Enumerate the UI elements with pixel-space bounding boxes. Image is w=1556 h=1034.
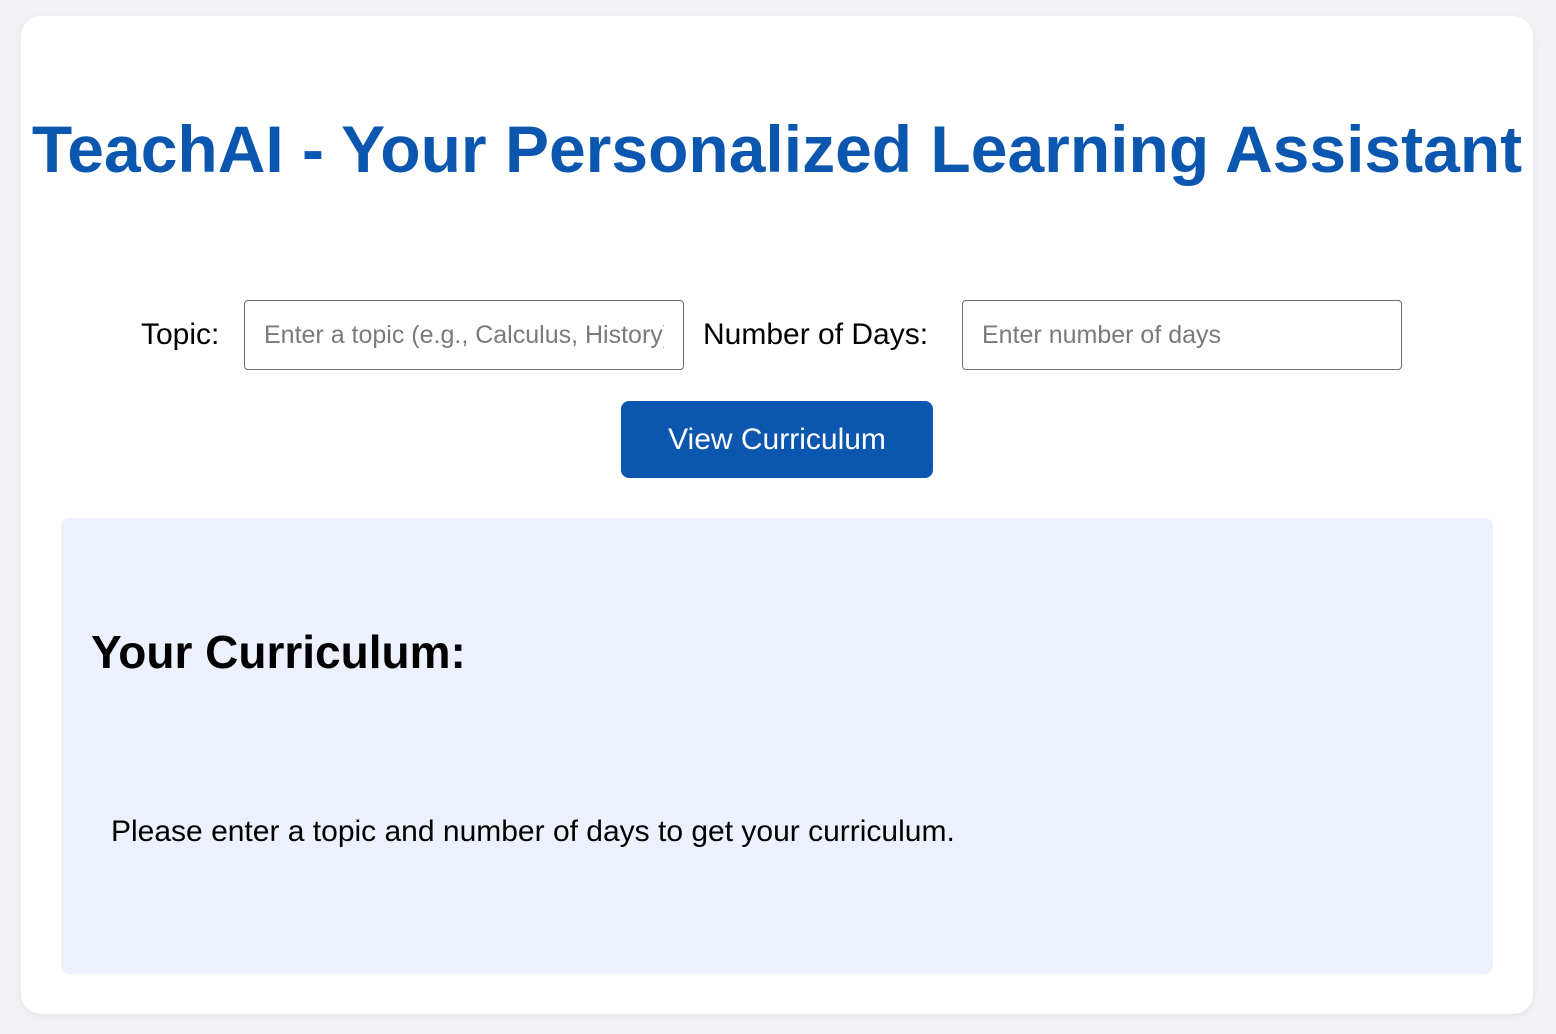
page-title: TeachAI - Your Personalized Learning Ass… <box>31 112 1523 186</box>
days-input[interactable] <box>962 300 1402 370</box>
view-curriculum-button[interactable]: View Curriculum <box>621 401 933 478</box>
curriculum-form: Topic: Number of Days: <box>21 300 1533 370</box>
topic-input[interactable] <box>244 300 684 370</box>
curriculum-heading: Your Curriculum: <box>91 626 466 678</box>
curriculum-panel: Your Curriculum: Please enter a topic an… <box>61 518 1493 974</box>
curriculum-message: Please enter a topic and number of days … <box>111 815 955 848</box>
main-card: TeachAI - Your Personalized Learning Ass… <box>21 16 1533 1014</box>
topic-label: Topic: <box>141 318 220 351</box>
days-label: Number of Days: <box>703 318 929 351</box>
